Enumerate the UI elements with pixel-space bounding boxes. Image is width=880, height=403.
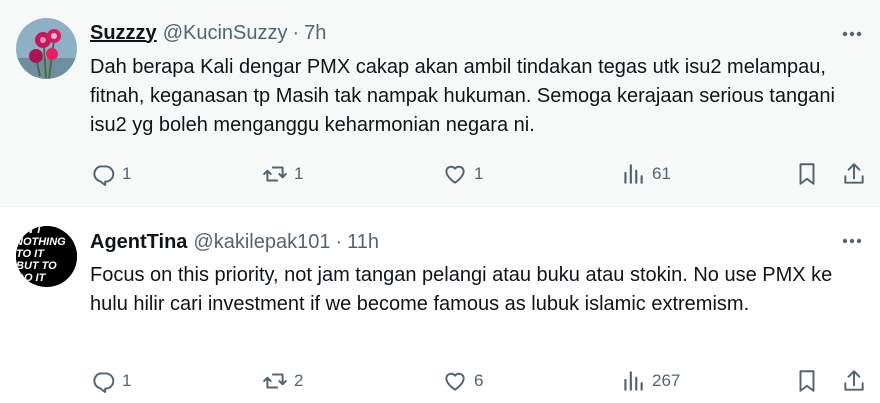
views-icon: [624, 371, 643, 391]
avatar-line: AIN'T: [16, 226, 44, 236]
avatar[interactable]: [16, 18, 77, 79]
tweet-text: Dah berapa Kali dengar PMX cakap akan am…: [90, 56, 835, 136]
views-icon: [624, 164, 643, 184]
separator: ·: [335, 230, 343, 253]
repost-button[interactable]: 2: [262, 363, 303, 399]
separator: ·: [292, 21, 300, 44]
bookmark-button[interactable]: [794, 156, 820, 192]
reply-icon: [93, 165, 115, 187]
view-count: 267: [652, 371, 681, 390]
avatar-line: DO IT: [16, 272, 47, 284]
share-button[interactable]: [841, 156, 867, 192]
bookmark-button[interactable]: [794, 363, 820, 399]
like-button[interactable]: 1: [442, 156, 483, 192]
like-count: 6: [474, 371, 484, 390]
repost-count: 2: [294, 371, 304, 390]
share-button[interactable]: [841, 363, 867, 399]
reply-icon: [93, 372, 115, 394]
action-bar: 1 1 1 61: [90, 156, 880, 192]
reply-count: 1: [122, 371, 132, 390]
reply-button[interactable]: 1: [90, 363, 131, 399]
repost-icon: [263, 166, 287, 182]
views-button[interactable]: 61: [620, 156, 671, 192]
handle[interactable]: @KucinSuzzy: [163, 22, 288, 45]
bookmark-icon: [799, 370, 815, 392]
tweet-text: Focus on this priority, not jam tangan p…: [90, 264, 833, 315]
timestamp[interactable]: 11h: [347, 231, 379, 254]
bookmark-icon: [799, 163, 815, 185]
tweet-header: Suzzzy @KucinSuzzy · 7h: [90, 19, 326, 47]
repost-icon: [263, 373, 287, 389]
timestamp[interactable]: 7h: [304, 22, 326, 45]
more-icon[interactable]: [840, 22, 864, 46]
like-icon: [445, 372, 465, 391]
reply-button[interactable]: 1: [90, 156, 131, 192]
handle[interactable]: @kakilepak101: [193, 231, 330, 254]
views-button[interactable]: 267: [620, 363, 680, 399]
repost-count: 1: [294, 164, 304, 183]
like-icon: [445, 165, 465, 184]
view-count: 61: [652, 164, 671, 183]
reply-count: 1: [122, 164, 132, 183]
repost-button[interactable]: 1: [262, 156, 303, 192]
tweet[interactable]: AIN'T NOTHING TO IT BUT TO DO IT AgentTi…: [0, 207, 880, 403]
avatar[interactable]: AIN'T NOTHING TO IT BUT TO DO IT: [16, 226, 77, 287]
display-name[interactable]: Suzzzy: [90, 22, 157, 45]
like-button[interactable]: 6: [442, 363, 483, 399]
tweet[interactable]: Suzzzy @KucinSuzzy · 7h Dah berapa Kali …: [0, 0, 880, 206]
avatar-line: NOTHING: [16, 236, 66, 248]
like-count: 1: [474, 164, 484, 183]
display-name[interactable]: AgentTina: [90, 231, 187, 254]
share-icon: [844, 163, 864, 184]
avatar-line: TO IT: [16, 248, 45, 260]
action-bar: 1 2 6 267: [90, 363, 880, 399]
share-icon: [844, 370, 864, 391]
avatar-line: BUT TO: [16, 260, 57, 272]
tweet-header: AgentTina @kakilepak101 · 11h: [90, 228, 379, 256]
more-icon[interactable]: [840, 229, 864, 253]
